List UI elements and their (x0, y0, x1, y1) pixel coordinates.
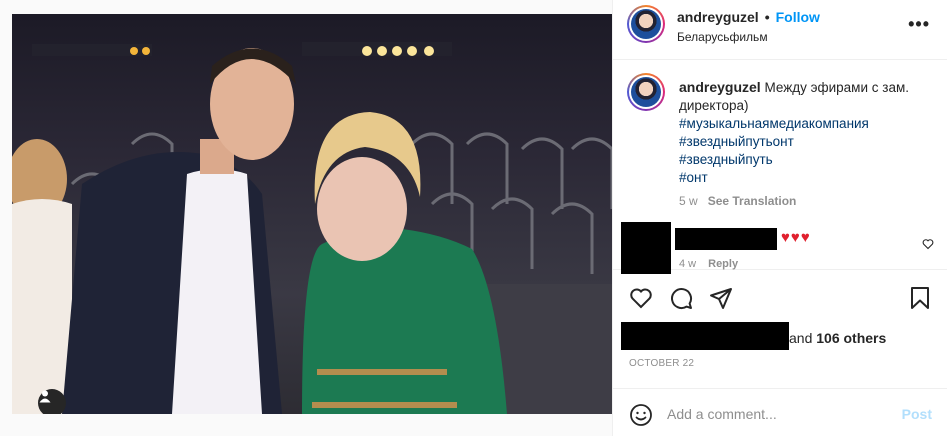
author-username[interactable]: andreyguzel (677, 9, 759, 25)
author-line: andreyguzel • Follow (677, 9, 820, 25)
hashtag-link[interactable]: #звездныйпуть (679, 151, 929, 169)
emoji-icon[interactable] (629, 403, 653, 427)
caption-text-block: andreyguzel Между эфирами с зам. директо… (679, 78, 929, 187)
caption-username[interactable]: andreyguzel (679, 79, 761, 95)
hashtag-link[interactable]: #музыкальнаямедиакомпания (679, 115, 929, 133)
tagged-users-button[interactable] (38, 389, 66, 414)
man-figure (62, 48, 296, 414)
post-sidebar: andreyguzel • Follow Беларусьфильм ••• a… (612, 0, 947, 436)
add-comment-bar: Post (613, 388, 947, 436)
woman-figure (302, 112, 507, 414)
post-caption: andreyguzel Между эфирами с зам. директо… (613, 60, 947, 218)
comment-icon[interactable] (669, 286, 693, 310)
post-location[interactable]: Беларусьфильм (677, 30, 768, 44)
redacted-liker (621, 322, 789, 350)
post-comment-button[interactable]: Post (902, 406, 932, 422)
separator-dot: • (764, 9, 770, 25)
likes-summary: and 106 others (621, 322, 941, 350)
post-photo[interactable] (12, 14, 612, 414)
caption-age: 5 w (679, 194, 698, 208)
comment-input[interactable] (667, 402, 887, 426)
likes-count[interactable]: 106 others (816, 330, 886, 346)
reply-button[interactable]: Reply (708, 258, 738, 270)
hashtag-link[interactable]: #онт (679, 169, 929, 187)
likes-text[interactable]: and 106 others (789, 330, 886, 346)
hashtag-link[interactable]: #звездныйпутьонт (679, 133, 929, 151)
comment-age: 4 w (679, 258, 697, 270)
see-translation-button[interactable]: See Translation (708, 194, 797, 208)
post-date: OCTOBER 22 (629, 358, 695, 369)
comment-hearts: ♥♥♥ (781, 229, 811, 246)
redacted-commenter-name (675, 228, 777, 250)
user-tag-icon (39, 390, 51, 403)
likes-prefix: and (789, 330, 813, 346)
comment-item: ♥♥♥ 4 w Reply (613, 218, 947, 274)
share-icon[interactable] (709, 286, 733, 310)
redacted-commenter-avatar (621, 222, 671, 274)
comment-meta: 4 w Reply (679, 258, 738, 270)
caption-avatar[interactable] (627, 73, 665, 111)
photo-illustration (12, 42, 612, 414)
bookmark-icon[interactable] (908, 286, 932, 310)
photo-panel (0, 0, 612, 436)
left-person-silhouette (12, 139, 72, 414)
follow-button[interactable]: Follow (776, 9, 820, 25)
post-actions (613, 272, 947, 322)
author-avatar[interactable] (627, 5, 665, 43)
heart-icon[interactable] (629, 286, 653, 310)
post-header: andreyguzel • Follow Беларусьфильм ••• (613, 0, 947, 60)
caption-meta: 5 w See Translation (679, 194, 796, 208)
more-icon[interactable]: ••• (908, 14, 930, 35)
comment-like-icon[interactable] (922, 238, 934, 250)
